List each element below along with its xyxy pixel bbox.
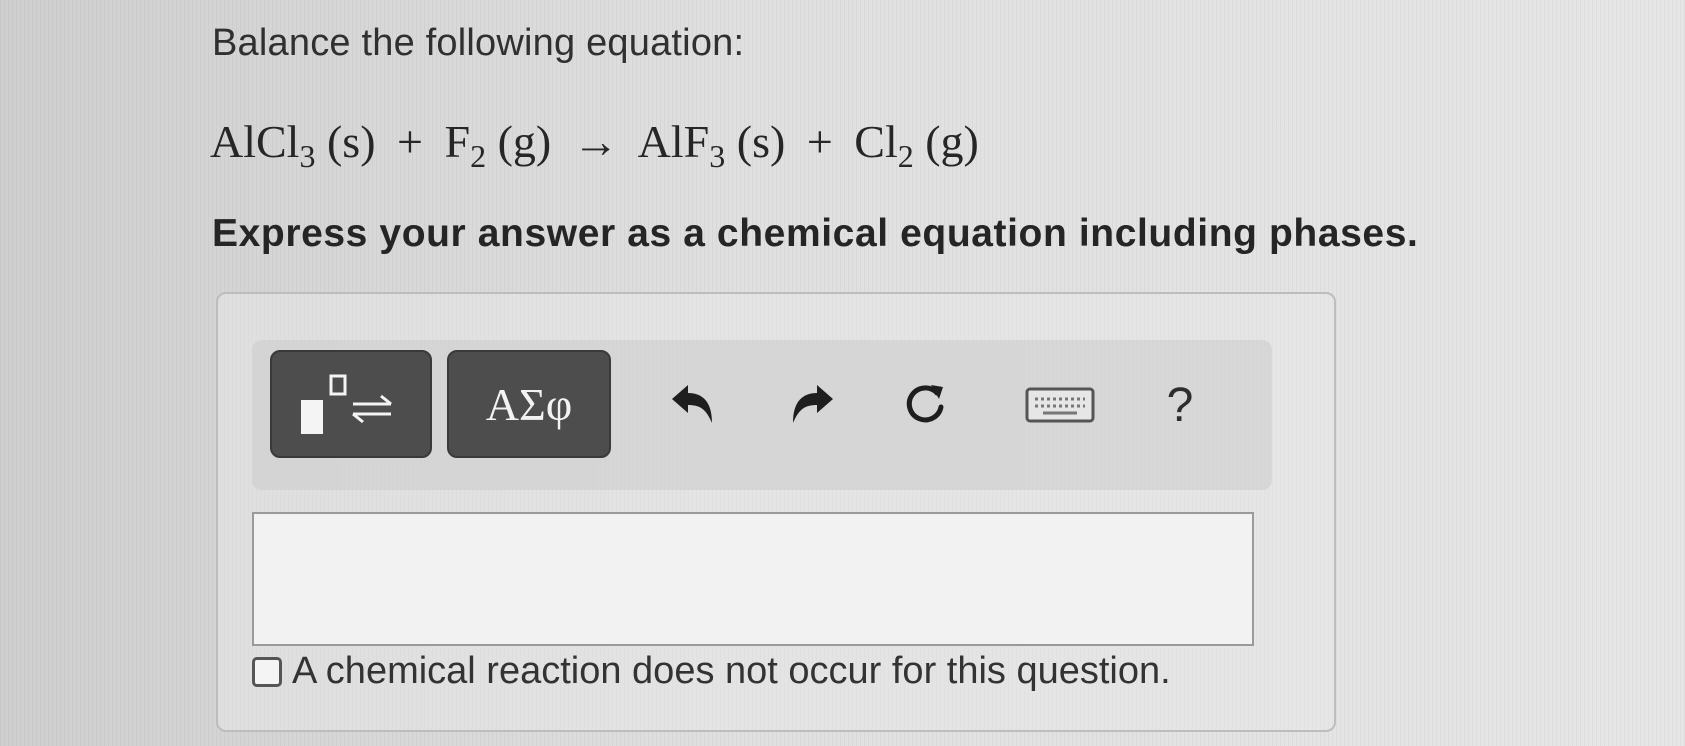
- redo-button[interactable]: [783, 375, 843, 435]
- answer-input[interactable]: [252, 512, 1254, 646]
- product-2: Cl2 (g): [854, 116, 979, 174]
- help-button[interactable]: ?: [1160, 375, 1200, 435]
- templates-reaction-arrow-icon: [301, 374, 392, 434]
- no-reaction-option[interactable]: A chemical reaction does not occur for t…: [252, 650, 1171, 693]
- undo-icon: [672, 385, 712, 423]
- reactant-2: F2 (g): [444, 116, 552, 174]
- reactant-1: AlCl3 (s): [210, 116, 376, 174]
- templates-button[interactable]: [270, 350, 432, 458]
- no-reaction-label: A chemical reaction does not occur for t…: [292, 650, 1171, 692]
- plus-sign: +: [806, 116, 833, 167]
- reaction-arrow: →: [572, 116, 619, 167]
- no-reaction-checkbox[interactable]: [252, 656, 282, 687]
- question-label: Balance the following equation:: [212, 22, 745, 64]
- page: Balance the following equation: AlCl3 (s…: [0, 0, 1685, 746]
- plus-sign: +: [397, 116, 423, 167]
- product-1: AlF3 (s): [637, 116, 786, 174]
- greek-symbols-button[interactable]: ΑΣφ: [447, 350, 611, 458]
- chemical-equation: AlCl3 (s) + F2 (g) → AlF3 (s) + Cl2 (g): [210, 115, 979, 175]
- answer-instruction: Express your answer as a chemical equati…: [212, 212, 1419, 255]
- keyboard-icon: [1025, 387, 1095, 423]
- keyboard-button[interactable]: [1022, 375, 1098, 435]
- redo-icon: [793, 385, 833, 423]
- undo-button[interactable]: [662, 375, 722, 435]
- reset-icon: [906, 385, 944, 423]
- reset-button[interactable]: [895, 375, 955, 435]
